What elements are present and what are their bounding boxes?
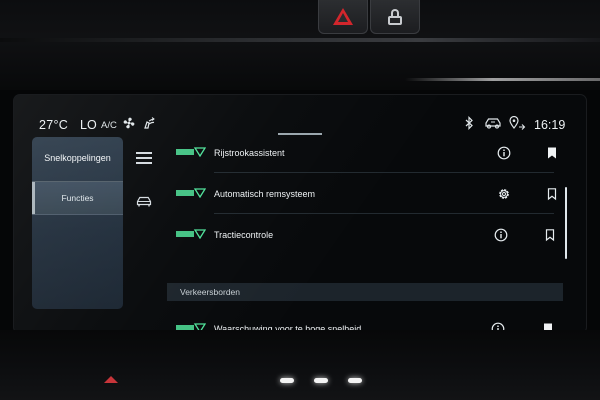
door-lock-button[interactable] bbox=[370, 0, 420, 34]
defrost-arrow-icon[interactable] bbox=[104, 376, 118, 383]
info-icon[interactable] bbox=[497, 146, 511, 160]
list-item[interactable]: Rijstrookassistent bbox=[166, 133, 566, 173]
infotainment-screen: 27°C LO A/C 16:19 Snelkoppelingen Functi… bbox=[14, 95, 586, 333]
feature-label: Automatisch remsysteem bbox=[214, 189, 316, 199]
indicator-led bbox=[314, 378, 328, 383]
hazard-icon bbox=[333, 8, 353, 25]
bookmark-filled-icon[interactable] bbox=[545, 146, 559, 160]
scrollbar[interactable] bbox=[565, 187, 567, 259]
ac-label[interactable]: A/C bbox=[101, 120, 117, 131]
tab-functies[interactable]: Functies bbox=[32, 181, 123, 215]
menu-icon[interactable] bbox=[136, 152, 152, 164]
car-icon[interactable] bbox=[136, 196, 152, 208]
dashboard-trim bbox=[0, 38, 600, 42]
gear-icon[interactable] bbox=[497, 187, 511, 201]
section-header: Verkeersborden bbox=[167, 283, 563, 301]
shortcut-panel: Snelkoppelingen Functies bbox=[32, 137, 123, 309]
fan-level-readout[interactable]: LO bbox=[80, 118, 97, 132]
temperature-readout[interactable]: 27°C bbox=[39, 118, 68, 132]
assist-status-icon bbox=[176, 147, 206, 157]
assist-status-icon bbox=[176, 188, 206, 198]
dashboard-top bbox=[0, 0, 600, 90]
indicator-led bbox=[348, 378, 362, 383]
indicator-led bbox=[280, 378, 294, 383]
dashboard-trim-highlight bbox=[405, 78, 600, 81]
feature-label: Rijstrookassistent bbox=[214, 148, 285, 158]
feature-list: Rijstrookassistent Automatisch remsystee… bbox=[166, 123, 566, 333]
hazard-button[interactable] bbox=[318, 0, 368, 34]
dashboard-bottom bbox=[0, 330, 600, 400]
shortcut-panel-title[interactable]: Snelkoppelingen bbox=[32, 153, 123, 163]
lock-icon bbox=[388, 8, 402, 25]
list-item[interactable]: Tractiecontrole bbox=[166, 215, 566, 255]
list-item[interactable]: Automatisch remsysteem bbox=[166, 174, 566, 214]
seat-airflow-icon[interactable] bbox=[142, 116, 156, 130]
assist-status-icon bbox=[176, 229, 206, 239]
info-icon[interactable] bbox=[494, 228, 508, 242]
feature-label: Tractiecontrole bbox=[214, 230, 274, 240]
bookmark-outline-icon[interactable] bbox=[543, 228, 557, 242]
fan-icon[interactable] bbox=[122, 116, 136, 130]
bookmark-outline-icon[interactable] bbox=[545, 187, 559, 201]
